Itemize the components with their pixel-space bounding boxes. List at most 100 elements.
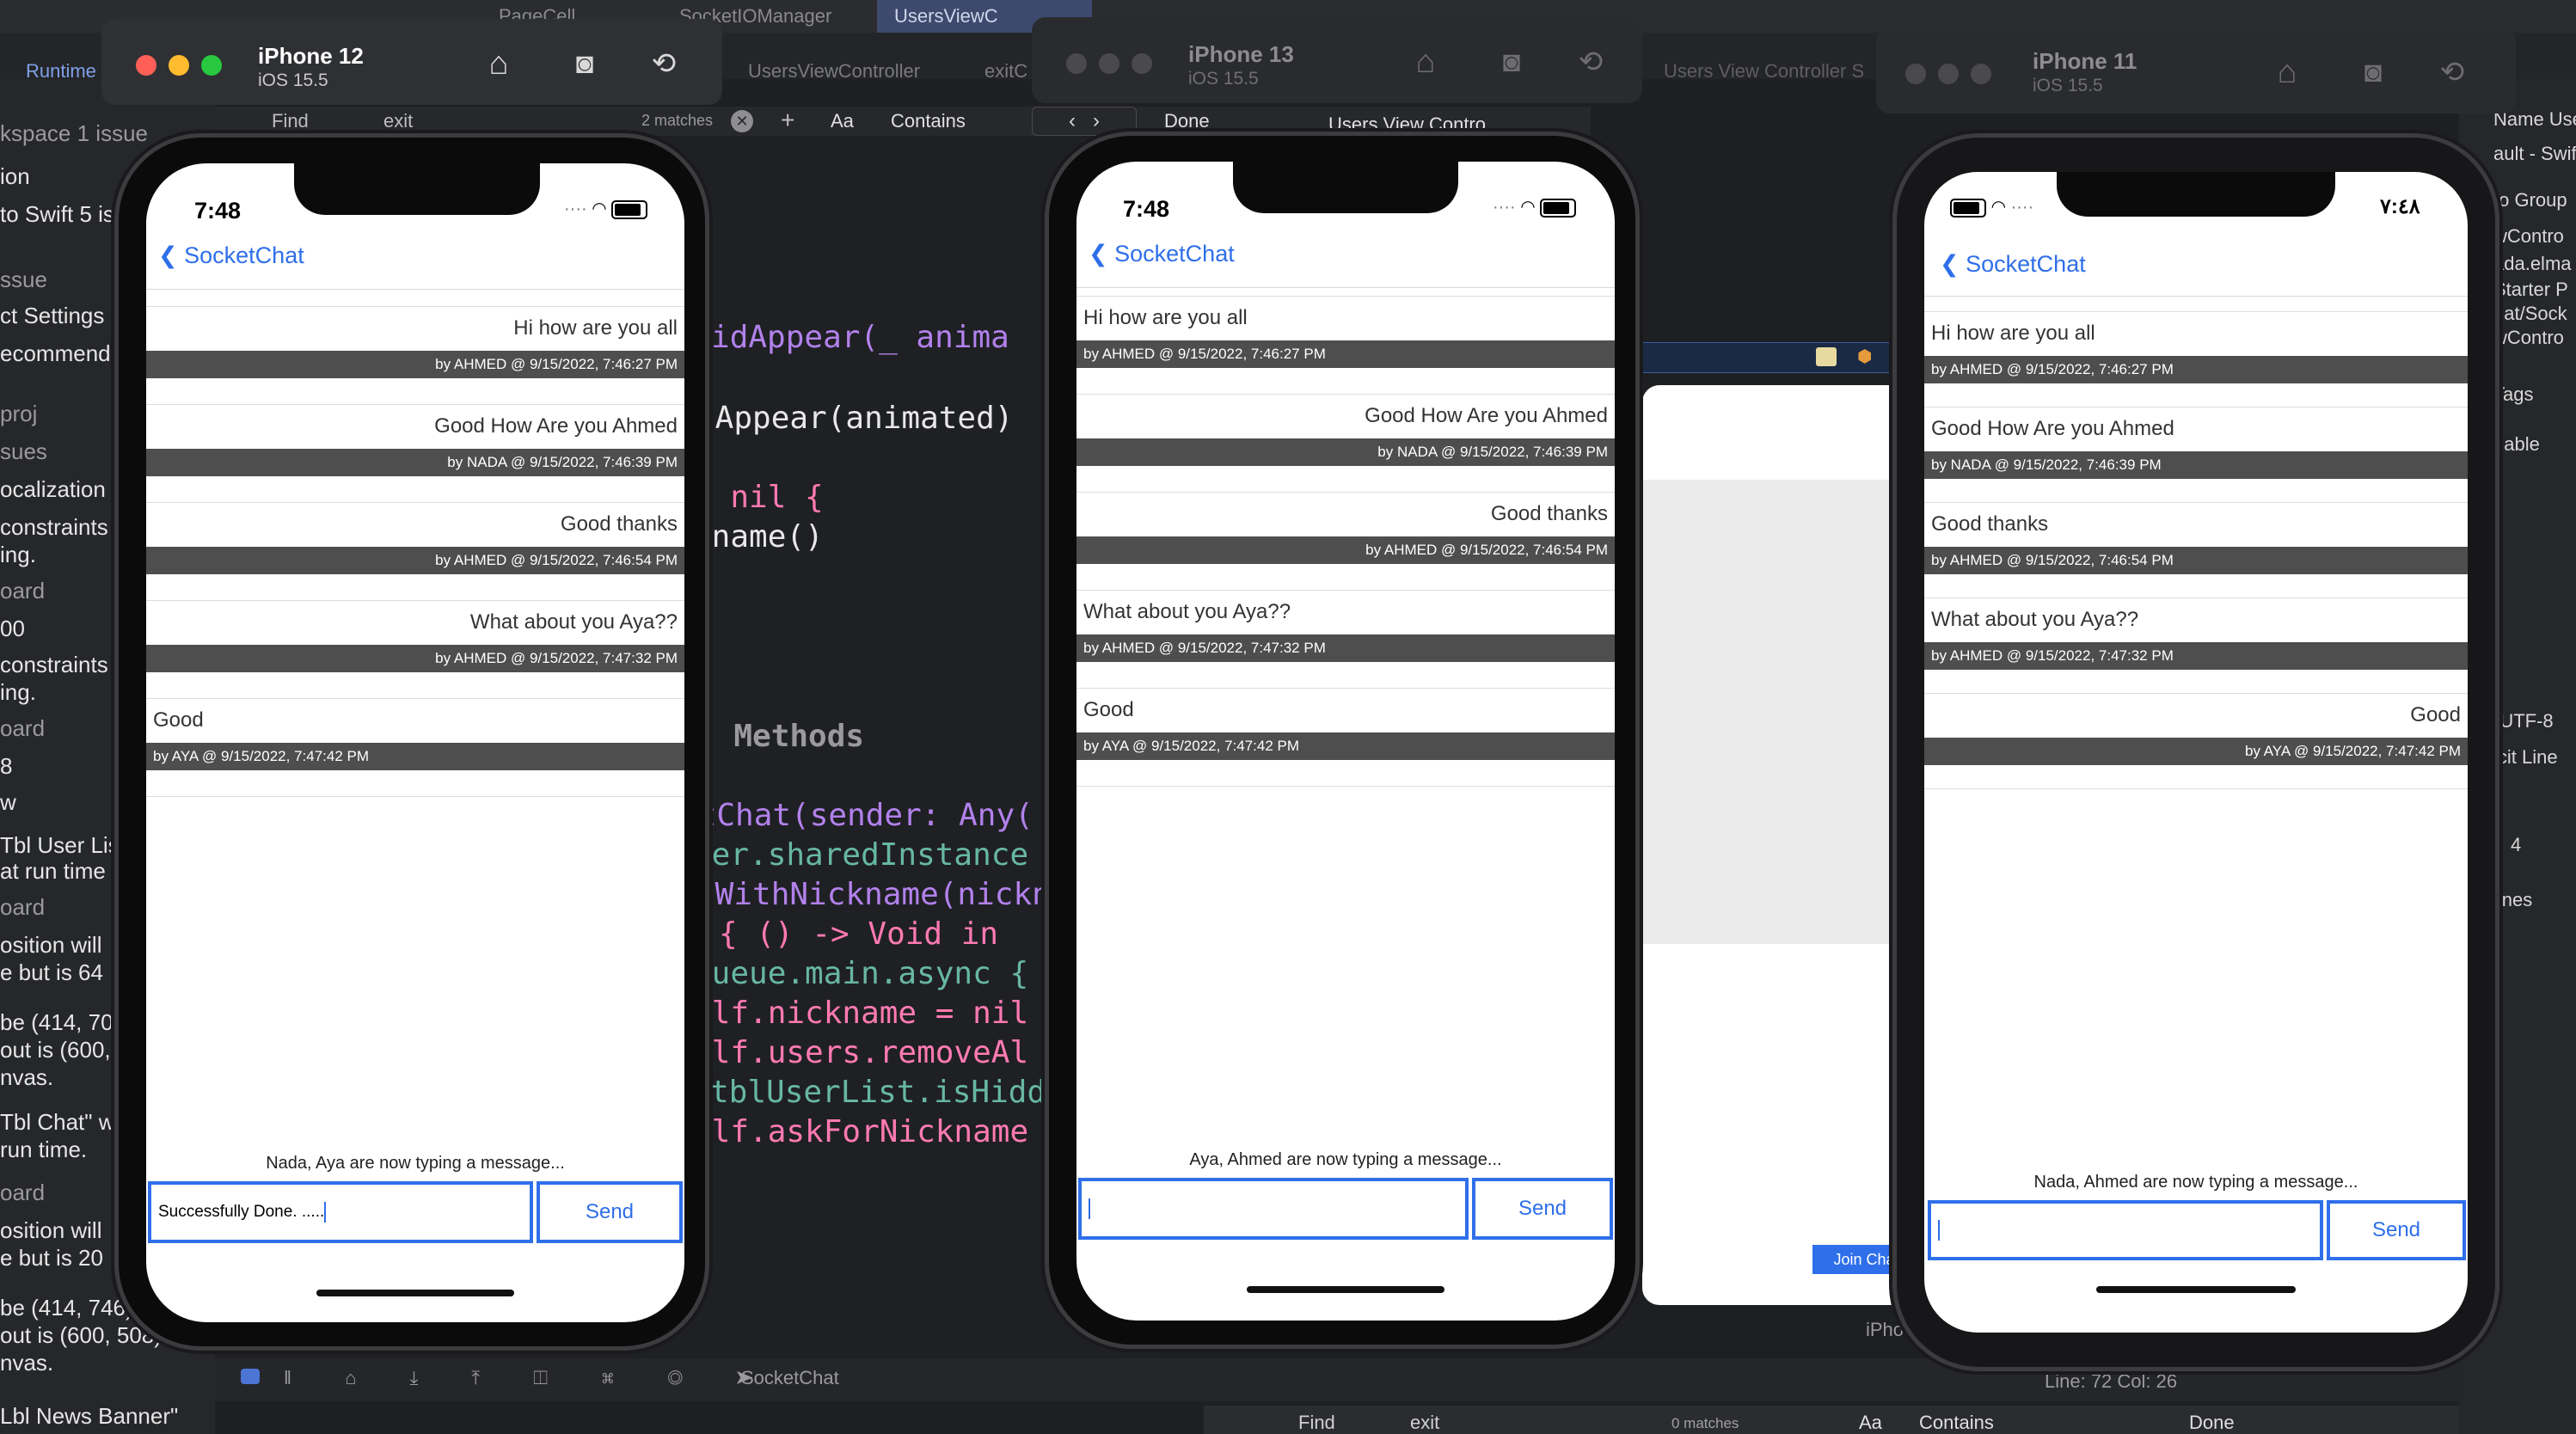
bottom-match-case[interactable]: Aa (1859, 1412, 1882, 1434)
navigator-line[interactable]: be (414, 746) (0, 1295, 133, 1321)
navigator-line[interactable]: osition will (0, 1217, 102, 1244)
navigator-line[interactable]: ing. (0, 542, 36, 568)
code-line[interactable]: n Methods (696, 719, 864, 754)
inspector-line[interactable]: wContro (2493, 327, 2564, 349)
camera-icon[interactable]: ◙ (566, 45, 604, 83)
breadcrumb-method[interactable]: exitC (984, 60, 1027, 83)
navigator-line[interactable]: constraints (0, 514, 108, 541)
find-prev-next[interactable]: ‹ › (1032, 107, 1137, 136)
code-line[interactable]: { () -> Void in (719, 916, 998, 952)
bottom-find-label[interactable]: Find (1298, 1412, 1335, 1434)
minimize-button[interactable] (1938, 64, 1959, 84)
code-line[interactable]: elf.askForNickname (693, 1114, 1028, 1149)
debug-icons[interactable]: ‖ ⌂ ⤓ ⤒ ◫ ⌘ ◎ ➤ (284, 1367, 777, 1389)
bottom-find-input[interactable]: exit (1410, 1412, 1439, 1434)
breakpoint-icon[interactable] (241, 1369, 260, 1384)
navigator-line[interactable]: at run time (0, 858, 106, 885)
home-indicator[interactable] (1247, 1286, 1444, 1293)
inspector-line[interactable]: to Group (2493, 189, 2567, 211)
navigator-line[interactable]: 00 (0, 616, 25, 642)
zoom-button[interactable] (1971, 64, 1991, 84)
navigator-line[interactable]: nvas. (0, 1064, 53, 1091)
home-indicator[interactable] (316, 1290, 514, 1296)
inspector-line[interactable]: nat/Sock (2493, 303, 2567, 325)
navigator-line[interactable]: sues (0, 438, 47, 465)
inspector-line[interactable]: ada.elma (2493, 253, 2572, 275)
inspector-line[interactable]: ault - Swift S (2493, 143, 2576, 165)
zoom-button[interactable] (201, 55, 222, 76)
navigator-line[interactable]: Tbl Chat" w (0, 1109, 115, 1136)
navigator-line[interactable]: ssue (0, 267, 47, 293)
home-icon[interactable]: ⌂ (1407, 43, 1444, 81)
plus-icon[interactable]: + (781, 107, 794, 134)
navigator-line[interactable]: ct Settings (0, 303, 104, 329)
code-line[interactable]: dAppear(animated) (696, 401, 1013, 436)
send-button[interactable]: Send (2327, 1200, 2466, 1260)
navigator-line[interactable]: e but is 64 (0, 959, 103, 986)
code-line[interactable]: tWithNickname(nickn (696, 877, 1051, 912)
navigator-line[interactable]: oard (0, 1180, 45, 1206)
home-icon[interactable]: ⌂ (2268, 53, 2306, 91)
navigator-line[interactable]: nvas. (0, 1350, 53, 1376)
navigator-line[interactable]: osition will (0, 932, 102, 959)
rotate-icon[interactable]: ⟲ (1572, 43, 1610, 81)
bottom-find-mode[interactable]: Contains (1919, 1412, 1994, 1434)
navigator-line[interactable]: Lbl News Banner" (0, 1403, 178, 1430)
clear-icon[interactable]: ✕ (731, 110, 753, 132)
close-button[interactable] (1066, 53, 1087, 74)
find-label[interactable]: Find (272, 110, 309, 132)
navigator-line[interactable]: e but is 20 (0, 1245, 103, 1272)
simulator-toolbar-iphone11[interactable]: iPhone 11 iOS 15.5 ⌂ ◙ ⟲ (1876, 28, 2516, 113)
inspector-line[interactable]: gable (2493, 433, 2540, 456)
navigator-line[interactable]: run time. (0, 1137, 87, 1163)
rotate-icon[interactable]: ⟲ (645, 45, 683, 83)
inspector-line[interactable]: 4 (2511, 834, 2521, 856)
navigator-line[interactable]: be (414, 70 (0, 1009, 113, 1036)
navigator-line[interactable]: constraints (0, 652, 108, 678)
home-indicator[interactable] (2096, 1286, 2296, 1293)
navigator-line[interactable]: ion (0, 163, 30, 190)
minimize-button[interactable] (169, 55, 189, 76)
inspector-line[interactable]: wContro (2493, 225, 2564, 248)
simulator-toolbar-iphone13[interactable]: iPhone 13 iOS 15.5 ⌂ ◙ ⟲ (1032, 17, 1642, 103)
match-case-button[interactable]: Aa (831, 110, 854, 132)
send-button[interactable]: Send (1472, 1178, 1613, 1240)
back-button[interactable]: ❮ SocketChat (1089, 241, 1235, 267)
home-icon[interactable]: ⌂ (480, 45, 518, 83)
message-input[interactable] (1078, 1178, 1469, 1240)
close-button[interactable] (136, 55, 156, 76)
navigator-line[interactable]: ecommend (0, 340, 111, 367)
navigator-line[interactable]: kspace 1 issue (0, 120, 148, 147)
back-button[interactable]: ❮ SocketChat (158, 242, 304, 269)
navigator-line[interactable]: to Swift 5 is (0, 201, 114, 228)
inspector-line[interactable]: (UTF-8 (2493, 710, 2554, 732)
navigator-line[interactable]: oard (0, 894, 45, 921)
navigator-line[interactable]: ocalization (0, 476, 106, 503)
find-input[interactable]: exit (383, 110, 413, 132)
minimize-button[interactable] (1099, 53, 1119, 74)
code-line[interactable]: itChat(sender: Any( (679, 798, 1033, 833)
send-button[interactable]: Send (537, 1181, 683, 1243)
navigator-line[interactable]: oard (0, 715, 45, 742)
navigator-line[interactable]: proj (0, 401, 37, 427)
code-line[interactable]: elf.nickname = nil (693, 996, 1028, 1031)
code-line[interactable]: ewDidAppear(_ anima (655, 320, 1009, 355)
find-mode-select[interactable]: Contains (891, 110, 966, 132)
breadcrumb[interactable]: UsersViewController (748, 60, 920, 83)
cube-icon[interactable]: ⬢ (1857, 346, 1872, 367)
camera-icon[interactable]: ◙ (2354, 53, 2392, 91)
inspector-line[interactable]: Starter P (2493, 279, 2568, 301)
code-line[interactable]: kname() (693, 519, 824, 555)
ib-device-label[interactable]: iPho (1866, 1319, 1904, 1341)
close-button[interactable] (1905, 64, 1926, 84)
code-line[interactable]: elf.users.removeAl (693, 1035, 1028, 1070)
code-line[interactable]: Queue.main.async { (693, 956, 1028, 991)
navigator-line[interactable]: 8 (0, 753, 12, 780)
code-line[interactable]: = nil { (693, 480, 824, 515)
navigator-line[interactable]: w (0, 789, 16, 816)
inspector-line[interactable]: icit Line (2493, 746, 2558, 769)
code-line[interactable]: tblUserList.isHidd (710, 1075, 1046, 1110)
zoom-button[interactable] (1132, 53, 1152, 74)
code-line[interactable]: ger.sharedInstance (693, 837, 1028, 873)
navigator-line[interactable]: Tbl User Lis (0, 832, 120, 859)
